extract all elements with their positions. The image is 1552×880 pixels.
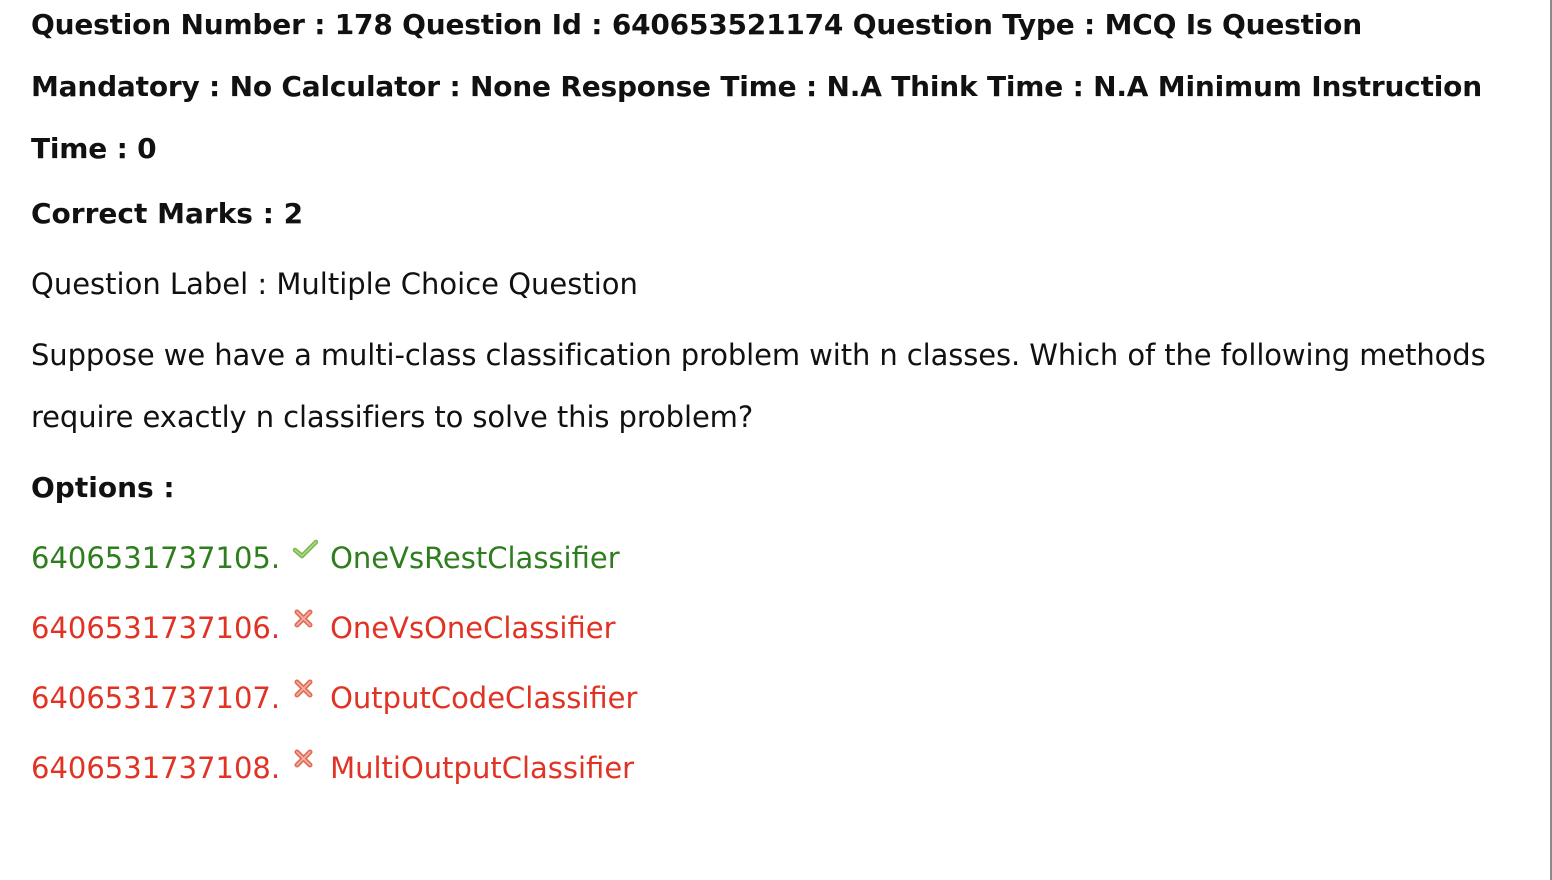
option-id: 6406531737108. — [31, 751, 281, 785]
options-heading: Options : — [31, 471, 175, 504]
option-label: OneVsRestClassifier — [330, 541, 620, 575]
option-label: OneVsOneClassifier — [330, 611, 616, 645]
question-text: Suppose we have a multi-class classifica… — [31, 338, 1486, 434]
option-row: 6406531737108. MultiOutputClassifier — [31, 748, 1521, 788]
option-id: 6406531737106. — [31, 611, 281, 645]
check-icon — [292, 537, 319, 563]
option-label: OutputCodeClassifier — [330, 681, 638, 715]
question-page: Question Number : 178 Question Id : 6406… — [31, 0, 1521, 788]
option-id: 6406531737107. — [31, 681, 281, 715]
option-label: MultiOutputClassifier — [330, 751, 635, 785]
option-id: 6406531737105. — [31, 541, 281, 575]
question-metadata-header: Question Number : 178 Question Id : 6406… — [31, 8, 1482, 165]
correct-marks: Correct Marks : 2 — [31, 197, 304, 230]
option-row: 6406531737105. OneVsRestClassifier — [31, 538, 1521, 578]
cross-icon — [292, 747, 318, 773]
question-label: Question Label : Multiple Choice Questio… — [31, 267, 638, 301]
option-row: 6406531737107. OutputCodeClassifier — [31, 678, 1521, 718]
option-row: 6406531737106. OneVsOneClassifier — [31, 608, 1521, 648]
cross-icon — [292, 607, 318, 633]
cross-icon — [292, 677, 318, 703]
